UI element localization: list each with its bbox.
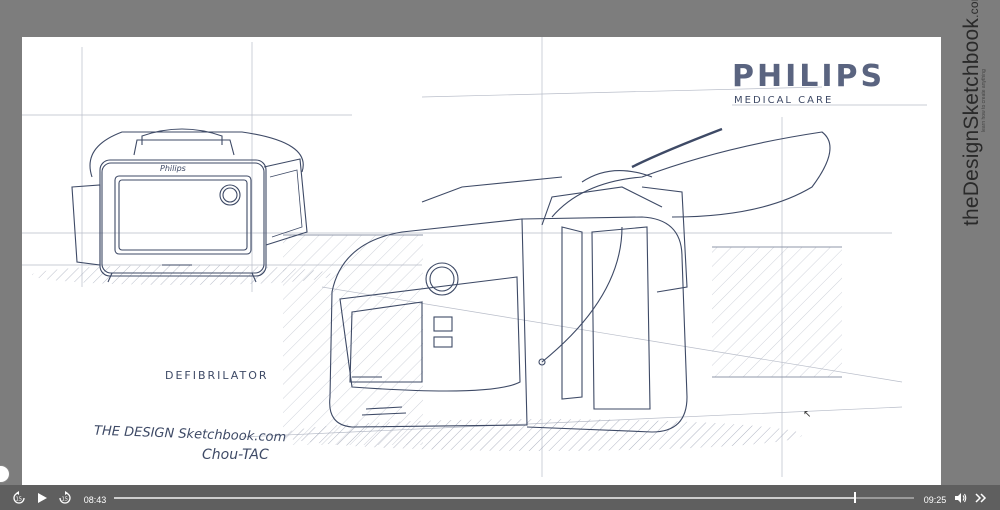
volume-icon — [954, 492, 966, 503]
forward-15-button[interactable]: 15 — [56, 489, 74, 506]
scrub-handle-left[interactable] — [0, 465, 10, 483]
play-button[interactable] — [34, 489, 50, 506]
rewind-15-icon: 15 — [13, 490, 25, 504]
duration: 09:25 — [923, 494, 947, 505]
video-controls-bar: 15 15 08:43 09:25 — [0, 485, 1000, 510]
volume-button[interactable] — [952, 489, 968, 506]
watermark-brand-name: theDesignSketchbook — [960, 17, 983, 226]
progress-bar[interactable] — [114, 492, 914, 503]
product-label: DEFIBRILATOR — [165, 369, 269, 382]
signature-author: Chou-TAC — [202, 447, 269, 463]
progress-fill — [114, 497, 855, 499]
progress-thumb[interactable] — [853, 492, 856, 503]
rewind-15-label: 15 — [16, 496, 22, 502]
device-brand-small: Philips — [160, 164, 186, 173]
current-time: 08:43 — [83, 494, 107, 505]
watermark-tagline: learn how to create anything — [981, 69, 987, 132]
philips-subtitle: MEDICAL CARE — [734, 95, 834, 106]
rewind-15-button[interactable]: 15 — [10, 489, 28, 506]
sketch-canvas: PHILIPS MEDICAL CARE DEFIBRILATOR Philip… — [22, 37, 941, 489]
play-icon — [38, 492, 47, 503]
forward-15-label: 15 — [62, 496, 68, 502]
speed-button[interactable] — [973, 489, 989, 506]
speed-icon — [975, 492, 987, 503]
philips-logo: PHILIPS — [732, 59, 886, 94]
cursor-pointer-icon: ↖ — [803, 409, 812, 420]
forward-15-icon: 15 — [59, 490, 71, 504]
watermark-brand-suffix: .com — [967, 0, 981, 18]
